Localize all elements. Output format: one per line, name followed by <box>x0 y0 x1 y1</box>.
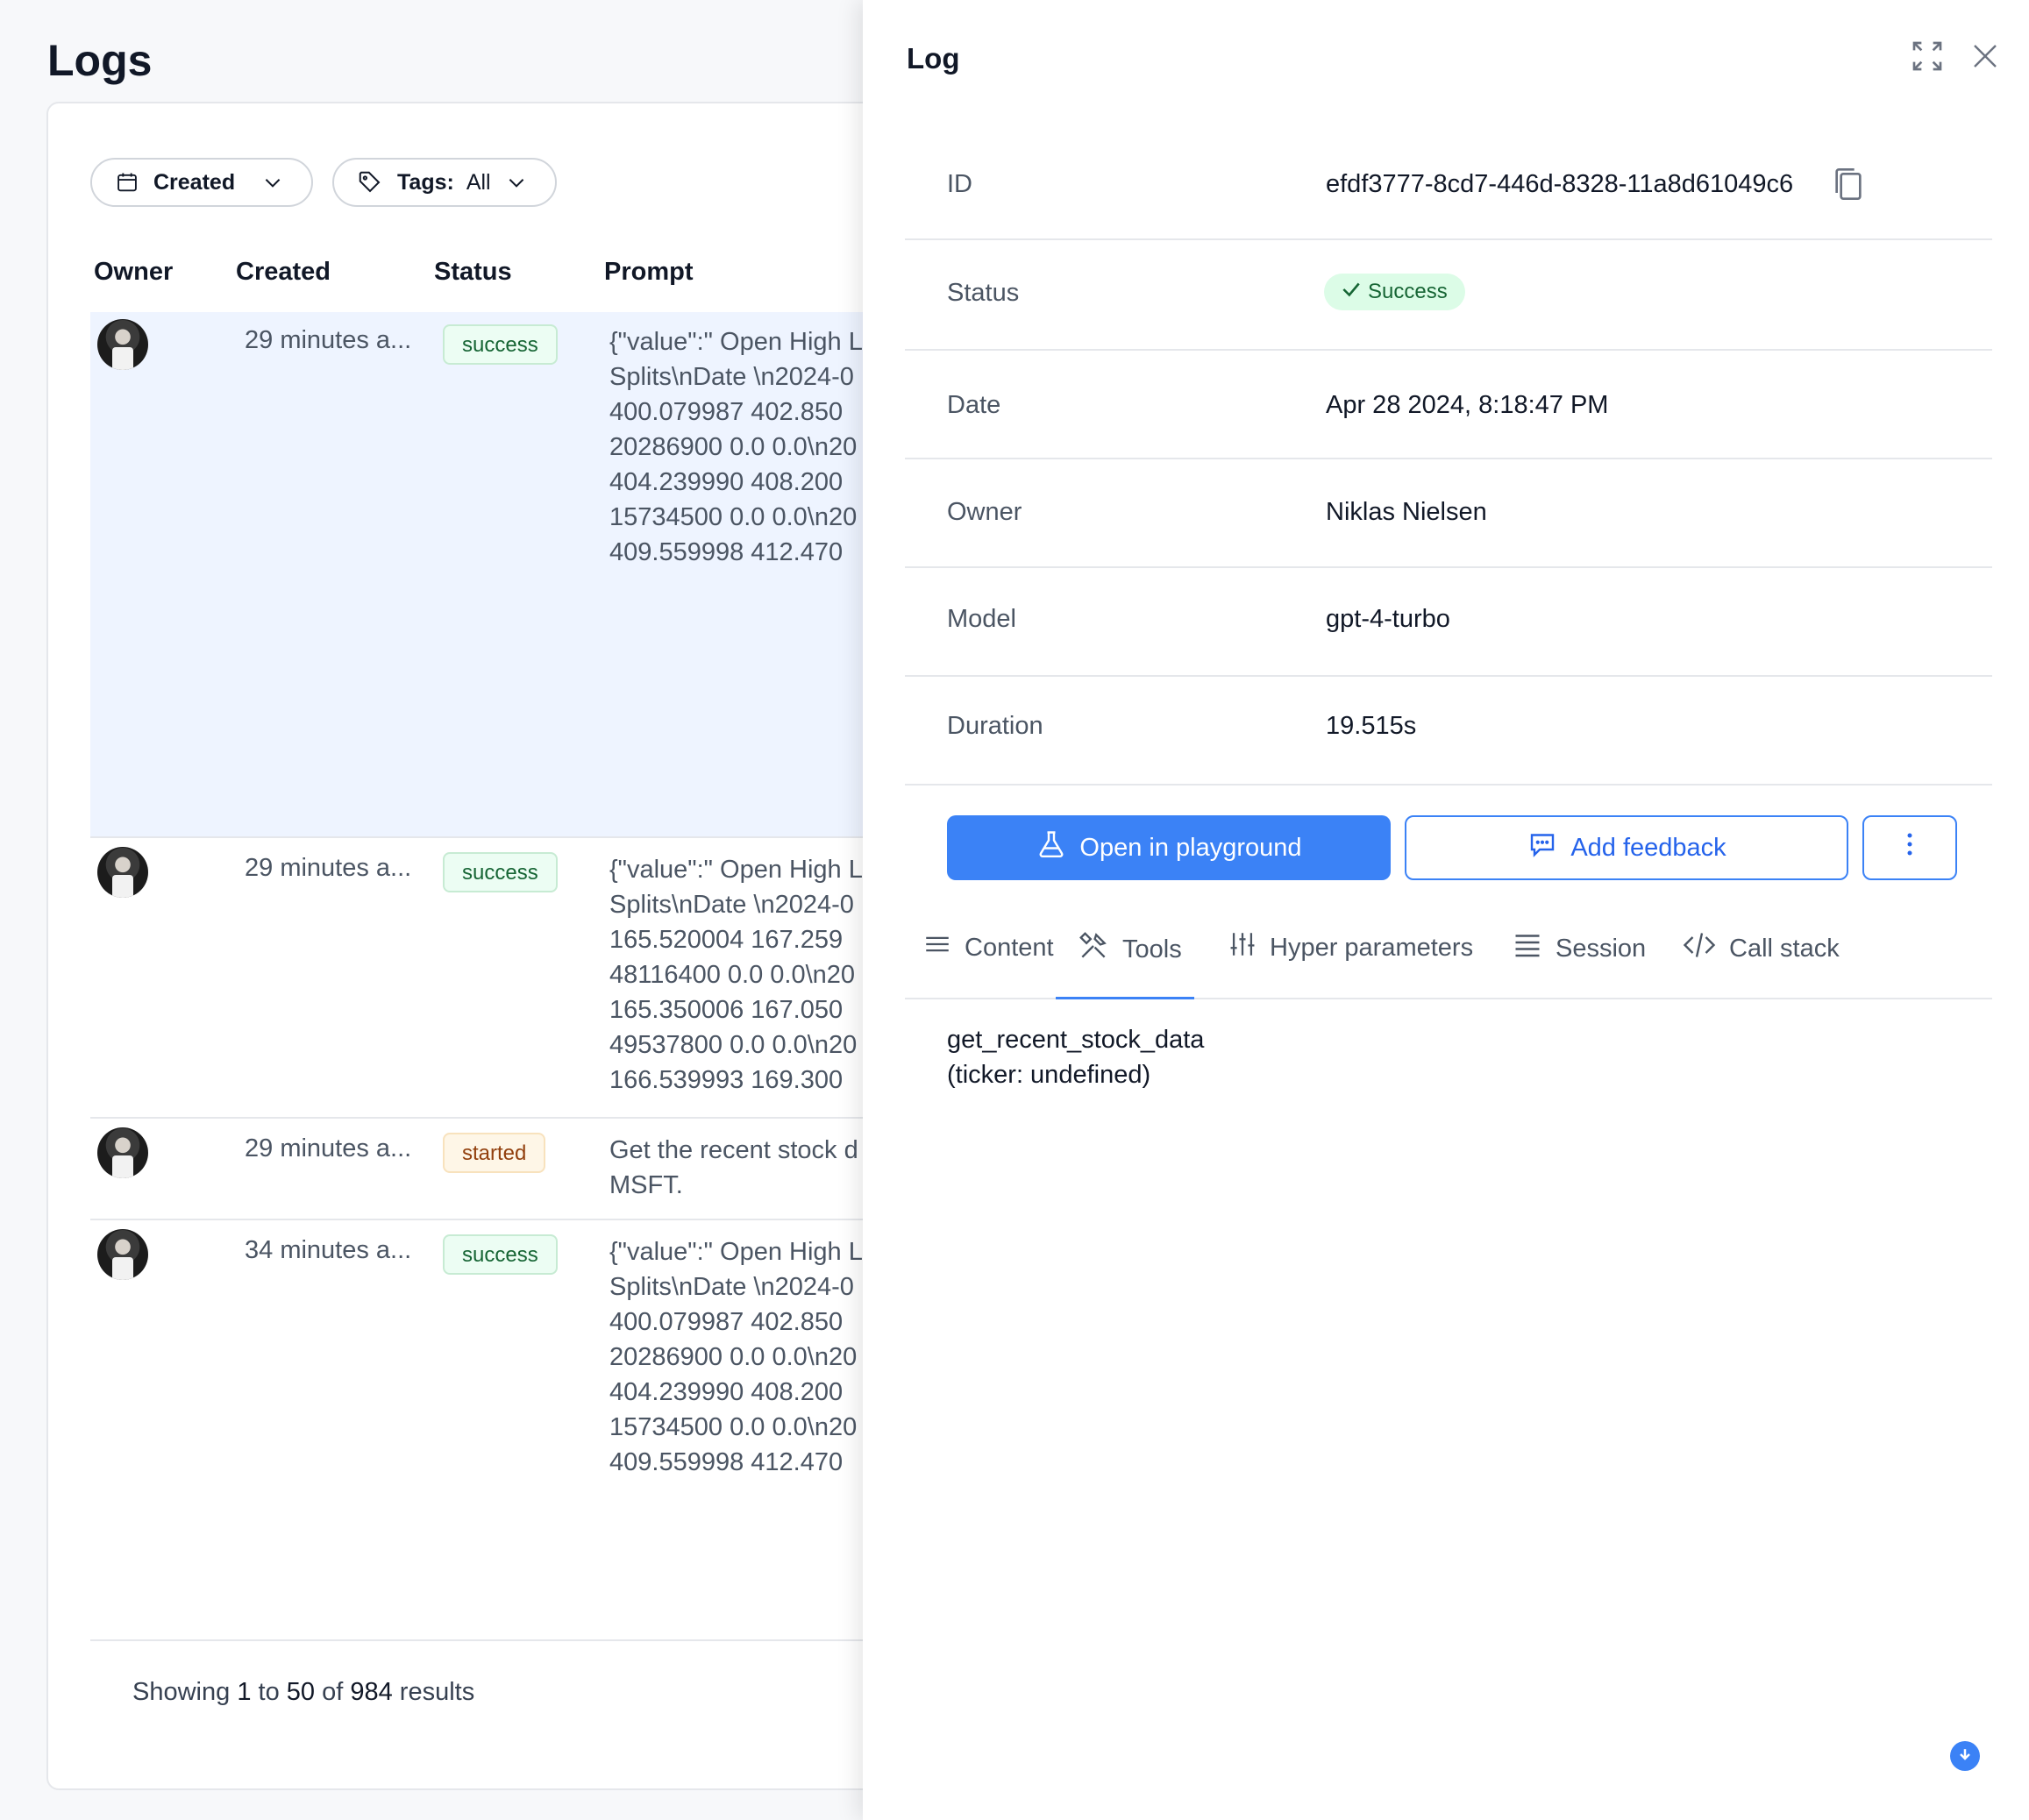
sliders-icon <box>1228 929 1257 966</box>
column-header-created[interactable]: Created <box>236 258 331 287</box>
pagination-summary: Showing 1 to 50 of 984 results <box>132 1678 474 1707</box>
status-value: Success <box>1368 280 1448 303</box>
pagination-to-word: to <box>258 1678 280 1706</box>
flask-icon <box>1036 828 1067 867</box>
open-in-playground-button[interactable]: Open in playground <box>947 815 1391 880</box>
detail-row-duration: Duration 19.515s <box>905 679 1992 786</box>
status-badge: success <box>443 1234 558 1275</box>
pagination-total: 984 <box>350 1678 393 1706</box>
table-row[interactable]: 29 minutes a... started Get the recent s… <box>90 1120 922 1220</box>
avatar <box>97 1127 148 1178</box>
close-icon[interactable] <box>1969 40 2001 76</box>
tab-content[interactable]: Content <box>922 929 1054 966</box>
avatar <box>97 1229 148 1280</box>
model-value: gpt-4-turbo <box>1326 605 1450 633</box>
chevron-down-icon <box>505 171 528 194</box>
tab-hyper-parameters-label: Hyper parameters <box>1270 933 1474 962</box>
table-row[interactable]: 29 minutes a... success {"value":" Open … <box>90 312 922 838</box>
owner-label: Owner <box>947 498 1022 526</box>
tag-icon <box>357 169 383 196</box>
pagination-from: 1 <box>237 1678 252 1706</box>
avatar <box>97 847 148 898</box>
more-options-button[interactable] <box>1862 815 1957 880</box>
tab-tools-label: Tools <box>1122 935 1182 963</box>
date-label: Date <box>947 391 1001 419</box>
pagination-suffix: results <box>399 1678 475 1706</box>
tags-filter-button[interactable]: Tags: All <box>332 158 557 207</box>
status-label: Status <box>947 279 1020 307</box>
tab-hyper-parameters[interactable]: Hyper parameters <box>1228 929 1473 966</box>
detail-row-status: Status Success <box>905 242 1992 351</box>
column-header-prompt[interactable]: Prompt <box>604 258 694 287</box>
tools-icon <box>1077 929 1110 970</box>
avatar <box>97 319 148 370</box>
expand-icon[interactable] <box>1910 39 1945 78</box>
add-feedback-label: Add feedback <box>1570 833 1726 862</box>
page-title: Logs <box>47 36 153 85</box>
pagination-to: 50 <box>286 1678 316 1706</box>
column-header-owner[interactable]: Owner <box>94 258 173 287</box>
calendar-icon <box>115 170 139 195</box>
detail-row-id: ID efdf3777-8cd7-446d-8328-11a8d61049c6 <box>905 132 1992 240</box>
tags-filter-label: Tags: <box>397 169 454 195</box>
active-tab-indicator <box>1056 997 1194 999</box>
scroll-down-button[interactable] <box>1950 1741 1980 1771</box>
status-badge: Success <box>1324 274 1465 310</box>
detail-tabs: Content Tools Hyper parameters Session C… <box>905 898 1992 999</box>
detail-row-date: Date Apr 28 2024, 8:18:47 PM <box>905 352 1992 459</box>
created-cell: 29 minutes a... <box>245 326 412 354</box>
duration-label: Duration <box>947 712 1043 740</box>
check-icon <box>1340 278 1363 307</box>
id-value: efdf3777-8cd7-446d-8328-11a8d61049c6 <box>1326 170 1794 198</box>
tab-content-label: Content <box>965 933 1054 962</box>
status-badge: started <box>443 1133 546 1173</box>
created-cell: 29 minutes a... <box>245 854 412 882</box>
more-vertical-icon <box>1905 831 1914 864</box>
tab-session-label: Session <box>1556 934 1647 963</box>
id-label: ID <box>947 170 972 198</box>
created-cell: 29 minutes a... <box>245 1134 412 1162</box>
tool-call-name: get_recent_stock_data <box>947 1026 1205 1054</box>
detail-row-model: Model gpt-4-turbo <box>905 570 1992 677</box>
owner-value: Niklas Nielsen <box>1326 498 1487 526</box>
tab-tools[interactable]: Tools <box>1077 929 1182 970</box>
logs-card: Created Tags: All Owner Created Status P… <box>46 102 923 1790</box>
pagination-prefix: Showing <box>132 1678 231 1706</box>
lines-icon <box>922 929 952 966</box>
created-filter-label: Created <box>153 169 236 195</box>
chat-bubble-icon <box>1527 828 1558 867</box>
copy-icon[interactable] <box>1831 165 1866 208</box>
created-cell: 34 minutes a... <box>245 1236 412 1264</box>
open-in-playground-label: Open in playground <box>1079 833 1302 862</box>
tab-call-stack[interactable]: Call stack <box>1682 929 1840 968</box>
tab-call-stack-label: Call stack <box>1729 934 1840 963</box>
table-row[interactable]: 29 minutes a... success {"value":" Open … <box>90 840 922 1119</box>
tool-call-args: (ticker: undefined) <box>947 1061 1151 1089</box>
log-detail-drawer: Log ID efdf3777-8cd7-446d-8328-11a8d6104… <box>863 0 2029 1820</box>
drawer-title: Log <box>907 42 960 75</box>
status-badge: success <box>443 852 558 892</box>
detail-row-owner: Owner Niklas Nielsen <box>905 461 1992 568</box>
model-label: Model <box>947 605 1016 633</box>
tab-session[interactable]: Session <box>1512 929 1646 968</box>
arrow-down-circle-icon <box>1956 1745 1974 1767</box>
code-icon <box>1682 929 1717 968</box>
duration-value: 19.515s <box>1326 712 1417 740</box>
tool-call: get_recent_stock_data (ticker: undefined… <box>947 1022 1204 1092</box>
chevron-down-icon <box>261 171 284 194</box>
tags-filter-value: All <box>466 169 491 195</box>
date-value: Apr 28 2024, 8:18:47 PM <box>1326 391 1609 419</box>
status-badge: success <box>443 324 558 365</box>
pagination-of-word: of <box>322 1678 344 1706</box>
add-feedback-button[interactable]: Add feedback <box>1405 815 1848 880</box>
created-filter-button[interactable]: Created <box>90 158 313 207</box>
column-header-status[interactable]: Status <box>434 258 512 287</box>
table-row[interactable]: 34 minutes a... success {"value":" Open … <box>90 1222 922 1573</box>
table-footer-divider <box>90 1639 922 1641</box>
list-icon <box>1512 929 1543 968</box>
